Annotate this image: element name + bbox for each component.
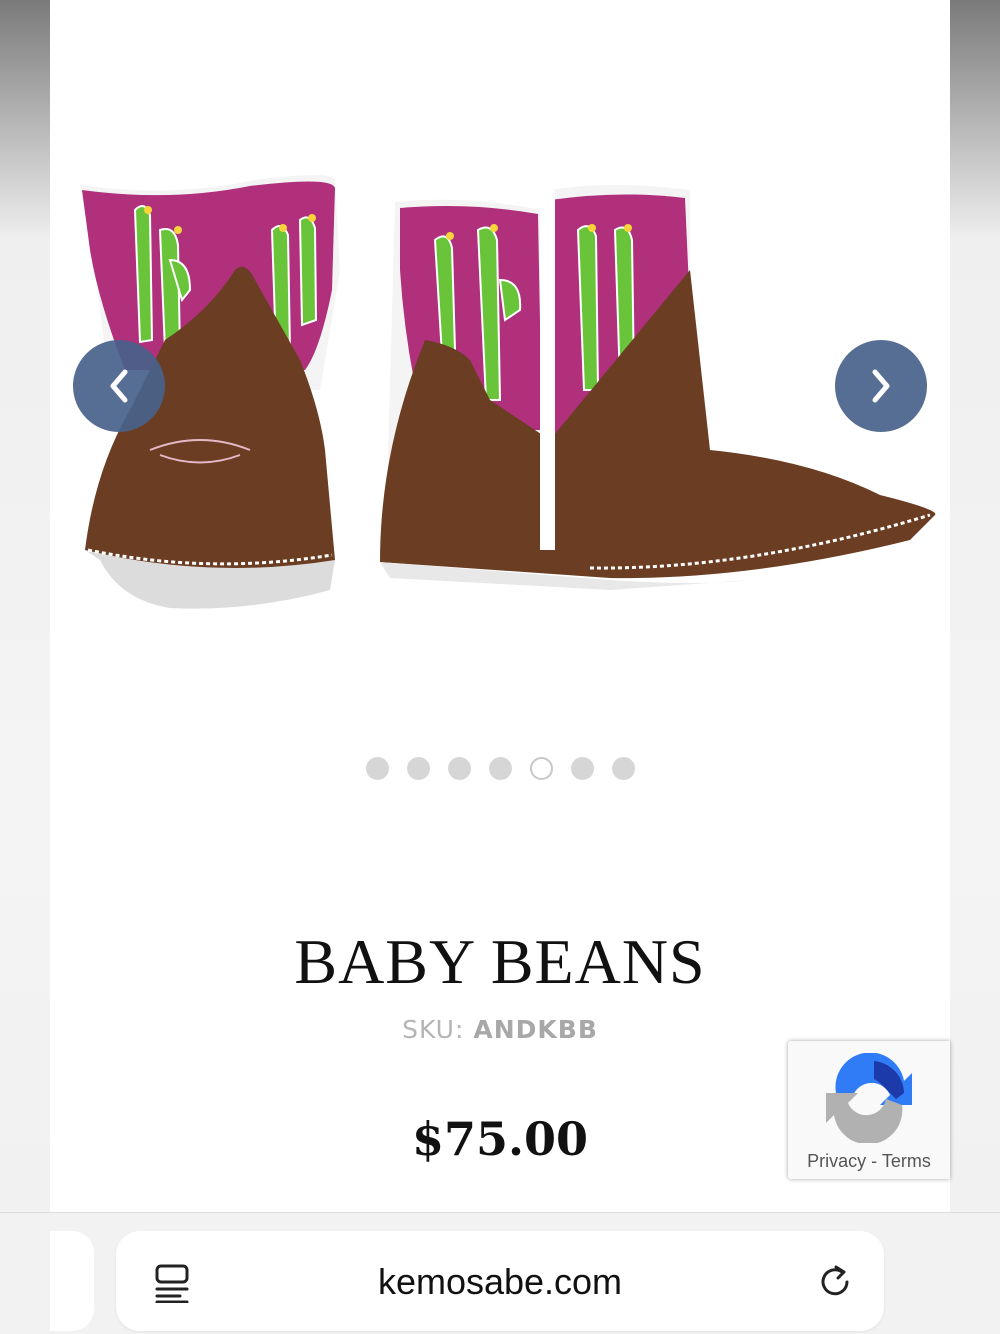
url-text[interactable]: kemosabe.com <box>116 1261 884 1303</box>
right-backdrop <box>950 0 1000 1333</box>
left-backdrop <box>0 0 50 1333</box>
chevron-left-icon <box>110 369 128 403</box>
carousel-prev-button[interactable] <box>73 340 165 432</box>
previous-tab-stub[interactable] <box>50 1231 94 1331</box>
carousel-dot-2[interactable] <box>406 757 430 780</box>
sku-label: SKU: <box>402 1015 465 1044</box>
sku-value: ANDKBB <box>473 1015 598 1044</box>
recaptcha-separator: - <box>871 1151 878 1171</box>
carousel-pagination <box>50 757 950 780</box>
carousel-dot-7[interactable] <box>611 757 635 780</box>
carousel-dot-6[interactable] <box>570 757 594 780</box>
address-bar[interactable]: kemosabe.com <box>116 1231 884 1331</box>
carousel-next-button[interactable] <box>835 340 927 432</box>
carousel-dot-1[interactable] <box>365 757 389 780</box>
recaptcha-privacy-link[interactable]: Privacy <box>807 1151 866 1171</box>
recaptcha-badge[interactable]: Privacy - Terms <box>788 1041 950 1179</box>
recaptcha-icon <box>826 1053 912 1143</box>
carousel-dot-5-active[interactable] <box>529 757 553 780</box>
product-image <box>80 175 936 609</box>
carousel-dot-4[interactable] <box>488 757 512 780</box>
chevron-right-icon <box>872 369 890 403</box>
recaptcha-links: Privacy - Terms <box>788 1151 950 1172</box>
recaptcha-terms-link[interactable]: Terms <box>882 1151 931 1171</box>
browser-bottom-bar: kemosabe.com <box>0 1212 1000 1334</box>
product-sku: SKU: ANDKBB <box>50 1015 950 1044</box>
product-title: BABY BEANS <box>294 926 706 997</box>
reload-icon[interactable] <box>816 1263 854 1301</box>
carousel-dot-3[interactable] <box>447 757 471 780</box>
